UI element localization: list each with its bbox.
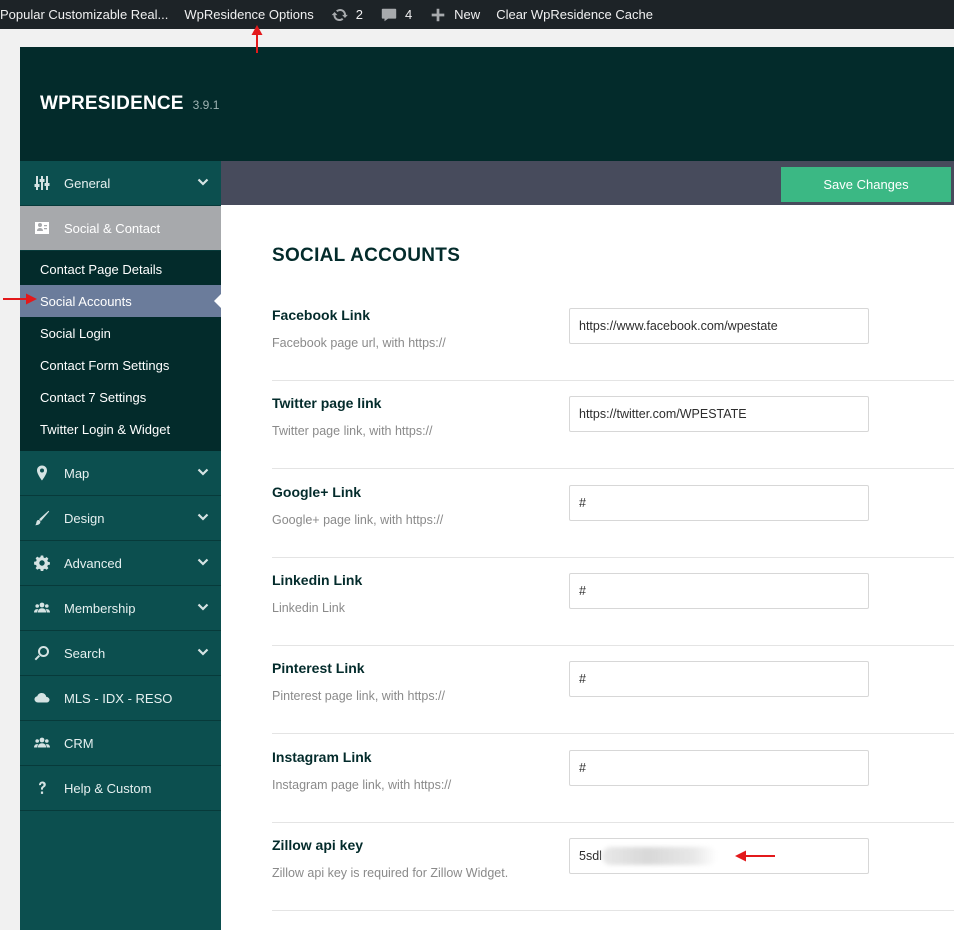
sidebar-item-map[interactable]: Map [20,451,221,496]
users-icon [33,599,51,617]
comments-link[interactable]: 4 [371,0,420,29]
sidebar-item-label: Search [64,645,106,661]
twitter-link-input[interactable] [569,396,869,432]
submenu-item-twitter-login-widget[interactable]: Twitter Login & Widget [20,413,221,445]
sidebar-item-label: Map [64,465,90,481]
sidebar-item-design[interactable]: Design [20,496,221,541]
sliders-icon [33,174,51,192]
updates-link[interactable]: 2 [322,0,371,29]
option-description: Google+ page link, with https:// [272,513,444,527]
pinterest-link-input[interactable] [569,661,869,697]
contact-card-icon [33,219,51,237]
comment-icon [379,5,399,25]
google-plus-link-input[interactable] [569,485,869,521]
option-description: Pinterest page link, with https:// [272,689,446,703]
chevron-down-icon [197,466,209,478]
annotation-arrow-left [734,848,776,864]
option-label: Instagram Link [272,749,372,765]
options-sidebar: General Social & Contact Contact Page De… [20,161,221,930]
wpresidence-options-label: WpResidence Options [184,7,314,22]
updates-icon [330,5,350,25]
updates-count: 2 [355,7,363,22]
new-label: New [454,7,481,22]
annotation-arrow-right [2,291,38,307]
option-row-pinterest: Pinterest Link Pinterest page link, with… [272,646,954,734]
option-row-twitter: Twitter page link Twitter page link, wit… [272,381,954,469]
sidebar-item-crm[interactable]: CRM [20,721,221,766]
option-row-zillow: Zillow api key Zillow api key is require… [272,823,954,911]
option-row-facebook: Facebook Link Facebook page url, with ht… [272,293,954,381]
option-label: Facebook Link [272,307,371,323]
social-contact-submenu: Contact Page Details Social Accounts Soc… [20,251,221,451]
sidebar-item-membership[interactable]: Membership [20,586,221,631]
sidebar-item-mls-idx-reso[interactable]: MLS - IDX - RESO [20,676,221,721]
plus-icon [428,5,448,25]
option-label: Twitter page link [272,395,382,411]
option-description: Linkedin Link [272,601,345,615]
admin-bar: Popular Customizable Real... WpResidence… [0,0,954,29]
question-icon [33,779,51,797]
brand-title: WPRESIDENCE [40,93,184,114]
chevron-down-icon [197,511,209,523]
facebook-link-input[interactable] [569,308,869,344]
option-row-google-plus: Google+ Link Google+ page link, with htt… [272,470,954,558]
brand: WPRESIDENCE 3.9.1 [40,93,219,115]
submenu-item-social-accounts[interactable]: Social Accounts [20,285,221,317]
new-content-link[interactable]: New [420,0,488,29]
chevron-down-icon [197,646,209,658]
chevron-down-icon [197,601,209,613]
option-description: Instagram page link, with https:// [272,778,452,792]
brand-version: 3.9.1 [192,98,220,112]
options-toolbar: Save Changes [221,161,954,205]
chevron-down-icon [197,556,209,568]
annotation-arrow-up [249,24,265,54]
sidebar-item-label: General [64,175,111,191]
sidebar-item-social-contact[interactable]: Social & Contact [20,206,221,251]
submenu-item-contact-page-details[interactable]: Contact Page Details [20,253,221,285]
sidebar-item-general[interactable]: General [20,161,221,206]
sidebar-item-label: Advanced [64,555,122,571]
comments-count: 4 [404,7,413,22]
option-description: Twitter page link, with https:// [272,424,433,438]
option-label: Zillow api key [272,837,364,853]
map-pin-icon [33,464,51,482]
clear-cache-label: Clear WpResidence Cache [496,7,653,22]
theme-options-header: WPRESIDENCE 3.9.1 [20,47,954,161]
search-icon [33,644,51,662]
save-changes-button[interactable]: Save Changes [781,167,951,202]
sidebar-item-advanced[interactable]: Advanced [20,541,221,586]
options-content: SOCIAL ACCOUNTS Facebook Link Facebook p… [221,205,954,930]
option-row-linkedin: Linkedin Link Linkedin Link [272,558,954,646]
option-description: Zillow api key is required for Zillow Wi… [272,866,509,880]
option-label: Google+ Link [272,484,362,500]
submenu-item-contact-form-settings[interactable]: Contact Form Settings [20,349,221,381]
sidebar-item-label: Design [64,510,105,526]
submenu-item-contact-7-settings[interactable]: Contact 7 Settings [20,381,221,413]
instagram-link-input[interactable] [569,750,869,786]
site-name-link[interactable]: Popular Customizable Real... [0,0,176,29]
section-title: SOCIAL ACCOUNTS [272,245,461,266]
linkedin-link-input[interactable] [569,573,869,609]
sidebar-item-label: Membership [64,600,136,616]
site-name-label: Popular Customizable Real... [0,7,169,22]
sidebar-item-help-custom[interactable]: Help & Custom [20,766,221,811]
chevron-down-icon [197,176,209,188]
sidebar-item-label: Help & Custom [64,780,152,796]
redaction-blur [602,847,717,865]
clear-cache-link[interactable]: Clear WpResidence Cache [488,0,661,29]
option-label: Pinterest Link [272,660,365,676]
option-label: Linkedin Link [272,572,363,588]
option-row-instagram: Instagram Link Instagram page link, with… [272,735,954,823]
submenu-item-social-login[interactable]: Social Login [20,317,221,349]
sidebar-item-label: CRM [64,735,94,751]
sidebar-item-search[interactable]: Search [20,631,221,676]
users-icon [33,734,51,752]
brush-icon [33,509,51,527]
sidebar-item-label: MLS - IDX - RESO [64,690,173,706]
option-description: Facebook page url, with https:// [272,336,446,350]
cloud-icon [33,689,51,707]
gear-icon [33,554,51,572]
sidebar-item-label: Social & Contact [64,220,161,236]
